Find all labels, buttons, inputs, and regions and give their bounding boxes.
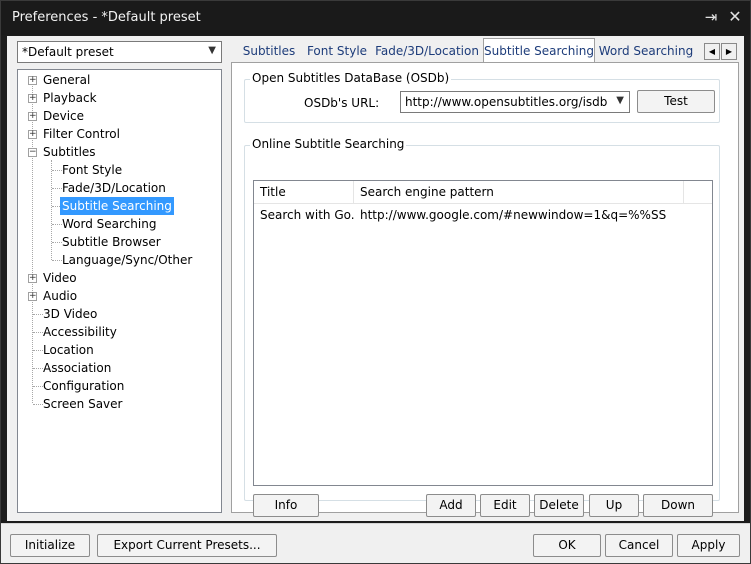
preferences-window: Preferences - *Default preset ⇥ ✕ *Defau… [0, 0, 751, 564]
column-title[interactable]: Title [254, 181, 354, 204]
tab-font-style[interactable]: Font Style [303, 41, 371, 62]
tree-connector [33, 314, 43, 315]
title-bar[interactable]: Preferences - *Default preset ⇥ ✕ [1, 1, 750, 35]
tree-item-word-searching[interactable]: Word Searching [62, 215, 156, 233]
tree-item-association[interactable]: Association [43, 359, 111, 377]
ok-button[interactable]: OK [533, 534, 601, 557]
export-presets-button[interactable]: Export Current Presets... [97, 534, 277, 557]
info-button[interactable]: Info [253, 494, 319, 517]
tree-item-general[interactable]: General [43, 71, 90, 89]
osdb-url-label: OSDb's URL: [304, 96, 380, 110]
tab-strip: Subtitles Font Style Fade/3D/Location Su… [231, 38, 739, 63]
close-icon[interactable]: ✕ [725, 7, 745, 27]
online-search-group-label: Online Subtitle Searching [250, 137, 407, 151]
preset-dropdown[interactable]: *Default preset ▼ [17, 41, 222, 63]
tree-connector [33, 350, 43, 351]
pin-icon[interactable]: ⇥ [701, 7, 721, 27]
apply-button[interactable]: Apply [677, 534, 740, 557]
tree-connector [52, 242, 62, 243]
tab-scroll-right-icon[interactable]: ▶ [721, 43, 737, 60]
window-title: Preferences - *Default preset [12, 10, 201, 25]
tree-item-subtitles[interactable]: Subtitles [43, 143, 96, 161]
table-row[interactable]: Search with Go... http://www.google.com/… [254, 205, 712, 225]
down-button[interactable]: Down [643, 494, 713, 517]
chevron-down-icon: ▼ [616, 95, 624, 106]
initialize-button[interactable]: Initialize [10, 534, 90, 557]
tab-page-subtitle-searching: Open Subtitles DataBase (OSDb) OSDb's UR… [231, 62, 739, 517]
tree-connector [33, 332, 43, 333]
tree-item-font-style[interactable]: Font Style [62, 161, 122, 179]
tree-connector [52, 260, 62, 261]
tree-expand-icon[interactable]: + [28, 130, 37, 139]
tree-connector [33, 404, 43, 405]
tree-item-video[interactable]: Video [43, 269, 77, 287]
add-button[interactable]: Add [426, 494, 476, 517]
tree-connector [32, 79, 33, 403]
tree-item-audio[interactable]: Audio [43, 287, 77, 305]
tree-expand-icon[interactable]: + [28, 112, 37, 121]
delete-button[interactable]: Delete [534, 494, 584, 517]
edit-button[interactable]: Edit [480, 494, 530, 517]
tree-item-configuration[interactable]: Configuration [43, 377, 124, 395]
category-tree: + + + + − + + General Playback Device Fi… [17, 69, 222, 513]
tree-connector [33, 386, 43, 387]
column-search-engine-pattern[interactable]: Search engine pattern [354, 181, 684, 204]
row-pattern: http://www.google.com/#newwindow=1&q=%%S… [360, 208, 667, 222]
test-button[interactable]: Test [637, 90, 715, 113]
tree-expand-icon[interactable]: + [28, 94, 37, 103]
osdb-url-value: http://www.opensubtitles.org/isdb [405, 95, 608, 109]
tab-word-searching[interactable]: Word Searching [595, 41, 697, 62]
tree-item-language-sync-other[interactable]: Language/Sync/Other [62, 251, 192, 269]
osdb-group-label: Open Subtitles DataBase (OSDb) [250, 71, 452, 85]
tree-expand-icon[interactable]: + [28, 292, 37, 301]
tree-item-accessibility[interactable]: Accessibility [43, 323, 117, 341]
tree-item-screen-saver[interactable]: Screen Saver [43, 395, 122, 413]
tab-scroll-left-icon[interactable]: ◀ [704, 43, 720, 60]
tab-subtitle-searching[interactable]: Subtitle Searching [483, 38, 595, 63]
up-button[interactable]: Up [589, 494, 639, 517]
tree-item-filter-control[interactable]: Filter Control [43, 125, 120, 143]
tree-connector [52, 224, 62, 225]
osdb-url-dropdown[interactable]: http://www.opensubtitles.org/isdb ▼ [400, 91, 630, 113]
tree-connector [33, 368, 43, 369]
tree-item-subtitle-browser[interactable]: Subtitle Browser [62, 233, 161, 251]
tree-connector [52, 188, 62, 189]
cancel-button[interactable]: Cancel [605, 534, 673, 557]
preferences-content: *Default preset ▼ + + + + − + + General … [7, 36, 744, 521]
tree-expand-icon[interactable]: + [28, 76, 37, 85]
tree-item-fade-3d-location[interactable]: Fade/3D/Location [62, 179, 166, 197]
row-title: Search with Go... [260, 208, 354, 222]
tab-fade-3d-location[interactable]: Fade/3D/Location [371, 41, 483, 62]
list-header: Title Search engine pattern [254, 181, 712, 204]
tree-connector [51, 160, 52, 260]
tree-connector [52, 170, 62, 171]
tree-item-location[interactable]: Location [43, 341, 94, 359]
tab-subtitles[interactable]: Subtitles [235, 41, 303, 62]
tree-item-playback[interactable]: Playback [43, 89, 97, 107]
tree-expand-icon[interactable]: + [28, 274, 37, 283]
preset-value: *Default preset [22, 45, 114, 59]
chevron-down-icon: ▼ [208, 45, 216, 56]
dialog-footer: Initialize Export Current Presets... OK … [1, 523, 750, 563]
tree-item-subtitle-searching[interactable]: Subtitle Searching [60, 197, 174, 215]
tree-item-3d-video[interactable]: 3D Video [43, 305, 97, 323]
tree-item-device[interactable]: Device [43, 107, 84, 125]
search-engine-list[interactable]: Title Search engine pattern Search with … [253, 180, 713, 486]
tree-collapse-icon[interactable]: − [28, 148, 37, 157]
